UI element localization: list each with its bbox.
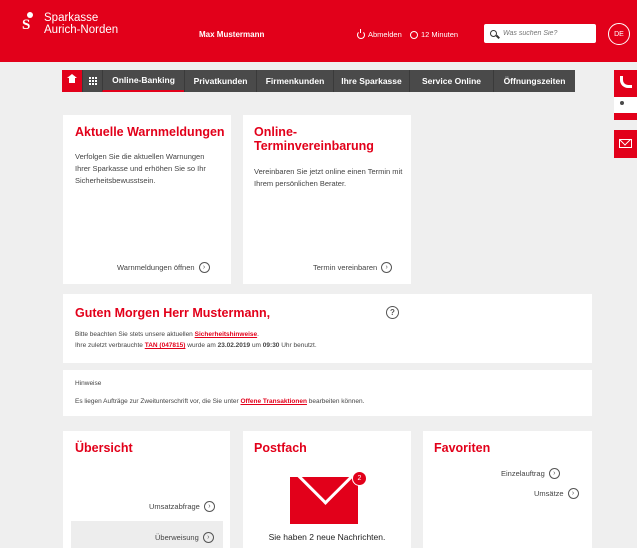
mail-icon bbox=[619, 139, 632, 148]
session-timer: 12 Minuten bbox=[410, 30, 458, 39]
appointment-card: Online- Terminvereinbarung Vereinbaren S… bbox=[243, 115, 411, 284]
nav-item-service-online[interactable]: Service Online bbox=[409, 70, 493, 92]
warnings-text: Verfolgen Sie die aktuellen Warnungen Ih… bbox=[75, 152, 206, 185]
language-switch[interactable]: DE bbox=[608, 23, 630, 45]
warnings-card: Aktuelle Warnmeldungen Verfolgen Sie die… bbox=[63, 115, 231, 284]
warnings-title: Aktuelle Warnmeldungen bbox=[75, 125, 225, 139]
envelope-icon[interactable] bbox=[290, 477, 358, 524]
home-icon bbox=[67, 73, 77, 85]
favorites-link-einzelauftrag[interactable]: Einzelauftrag › bbox=[501, 468, 560, 479]
header: S Sparkasse Aurich-Norden Max Mustermann… bbox=[0, 0, 637, 62]
main-nav: Online-Banking Privatkunden Firmenkunden… bbox=[62, 70, 575, 92]
chevron-right-icon: › bbox=[202, 532, 214, 543]
mailbox-card: Postfach 2 Sie haben 2 neue Nachrichten. bbox=[243, 431, 411, 548]
search-input[interactable] bbox=[503, 30, 583, 37]
tan-time: 09:30 bbox=[262, 342, 280, 349]
nav-item-firmenkunden[interactable]: Firmenkunden bbox=[256, 70, 333, 92]
appointment-link-label: Termin vereinbaren bbox=[313, 263, 378, 272]
sparkasse-logo[interactable]: S Sparkasse Aurich-Norden bbox=[22, 12, 118, 36]
logo-line2: Aurich-Norden bbox=[44, 24, 119, 36]
greeting-title: Guten Morgen Herr Mustermann, bbox=[75, 306, 271, 320]
favorites-title: Favoriten bbox=[434, 441, 491, 455]
security-hints-link[interactable]: Sicherheitshinweise bbox=[195, 331, 258, 338]
tan-date: 23.02.2019 bbox=[217, 342, 251, 349]
favorites-card: Favoriten Einzelauftrag › Umsätze › bbox=[423, 431, 592, 548]
overview-link-ueberweisung[interactable]: Überweisung › bbox=[155, 532, 214, 543]
nav-item-privatkunden[interactable]: Privatkunden bbox=[184, 70, 256, 92]
warnings-open-label: Warnmeldungen öffnen bbox=[117, 263, 195, 272]
clock-icon bbox=[410, 30, 418, 39]
chevron-right-icon: › bbox=[198, 262, 210, 273]
grid-icon bbox=[88, 77, 97, 85]
appointment-title-line2: Terminvereinbarung bbox=[254, 139, 374, 153]
security-notice: Bitte beachten Sie stets unsere aktuelle… bbox=[75, 331, 259, 338]
nav-grid-button[interactable] bbox=[82, 70, 102, 92]
appointment-title: Online- Terminvereinbarung bbox=[254, 125, 374, 153]
hints-card: Hinweise Es liegen Aufträge zur Zweitunt… bbox=[63, 370, 592, 416]
unread-count-badge: 2 bbox=[352, 471, 367, 486]
overview-title: Übersicht bbox=[75, 441, 133, 455]
chevron-right-icon: › bbox=[381, 262, 393, 273]
phone-icon bbox=[620, 76, 632, 88]
favorites-link-umsaetze[interactable]: Umsätze › bbox=[534, 488, 579, 499]
chevron-right-icon: › bbox=[567, 488, 579, 499]
logo-text: Sparkasse Aurich-Norden bbox=[44, 12, 118, 36]
help-icon[interactable]: ? bbox=[386, 306, 399, 319]
greeting-card: Guten Morgen Herr Mustermann, ? Bitte be… bbox=[63, 294, 592, 363]
nav-item-online-banking[interactable]: Online-Banking bbox=[102, 70, 184, 92]
user-name[interactable]: Max Mustermann bbox=[199, 30, 264, 39]
chevron-right-icon: › bbox=[548, 468, 560, 479]
appointment-title-line1: Online- bbox=[254, 125, 298, 139]
overview-link-umsatzabfrage[interactable]: Umsatzabfrage › bbox=[149, 501, 215, 512]
appointment-link[interactable]: Termin vereinbaren › bbox=[313, 262, 393, 273]
nav-item-oeffnungszeiten[interactable]: Öffnungszeiten bbox=[493, 70, 575, 92]
last-tan-info: Ihre zuletzt verbrauchte TAN (047815) wu… bbox=[75, 342, 317, 349]
mailbox-title: Postfach bbox=[254, 441, 307, 455]
tan-link[interactable]: TAN (047815) bbox=[145, 342, 186, 349]
appointment-text: Vereinbaren Sie jetzt online einen Termi… bbox=[254, 167, 403, 188]
overview-card: Übersicht Umsatzabfrage › Überweisung › bbox=[63, 431, 230, 548]
hints-text: Es liegen Aufträge zur Zweitunterschrift… bbox=[75, 398, 365, 405]
open-transactions-link[interactable]: Offene Transaktionen bbox=[240, 398, 306, 405]
power-icon bbox=[357, 28, 365, 39]
contact-mail-tab[interactable] bbox=[614, 130, 637, 158]
status-dot-icon bbox=[619, 100, 625, 106]
logout-button[interactable]: Abmelden bbox=[357, 28, 402, 39]
nav-home-button[interactable] bbox=[62, 70, 82, 92]
logo-line1: Sparkasse bbox=[44, 12, 99, 24]
warnings-open-link[interactable]: Warnmeldungen öffnen › bbox=[117, 262, 210, 273]
sparkasse-logo-icon: S bbox=[22, 12, 38, 33]
contact-phone-tab[interactable] bbox=[614, 70, 637, 120]
nav-item-ihre-sparkasse[interactable]: Ihre Sparkasse bbox=[333, 70, 409, 92]
logout-label: Abmelden bbox=[368, 30, 402, 39]
search-icon[interactable] bbox=[490, 30, 497, 37]
mailbox-message: Sie haben 2 neue Nachrichten. bbox=[268, 532, 386, 542]
search-box[interactable] bbox=[484, 24, 596, 43]
hints-heading: Hinweise bbox=[75, 380, 102, 387]
timer-label: 12 Minuten bbox=[421, 30, 459, 39]
chevron-right-icon: › bbox=[203, 501, 215, 512]
